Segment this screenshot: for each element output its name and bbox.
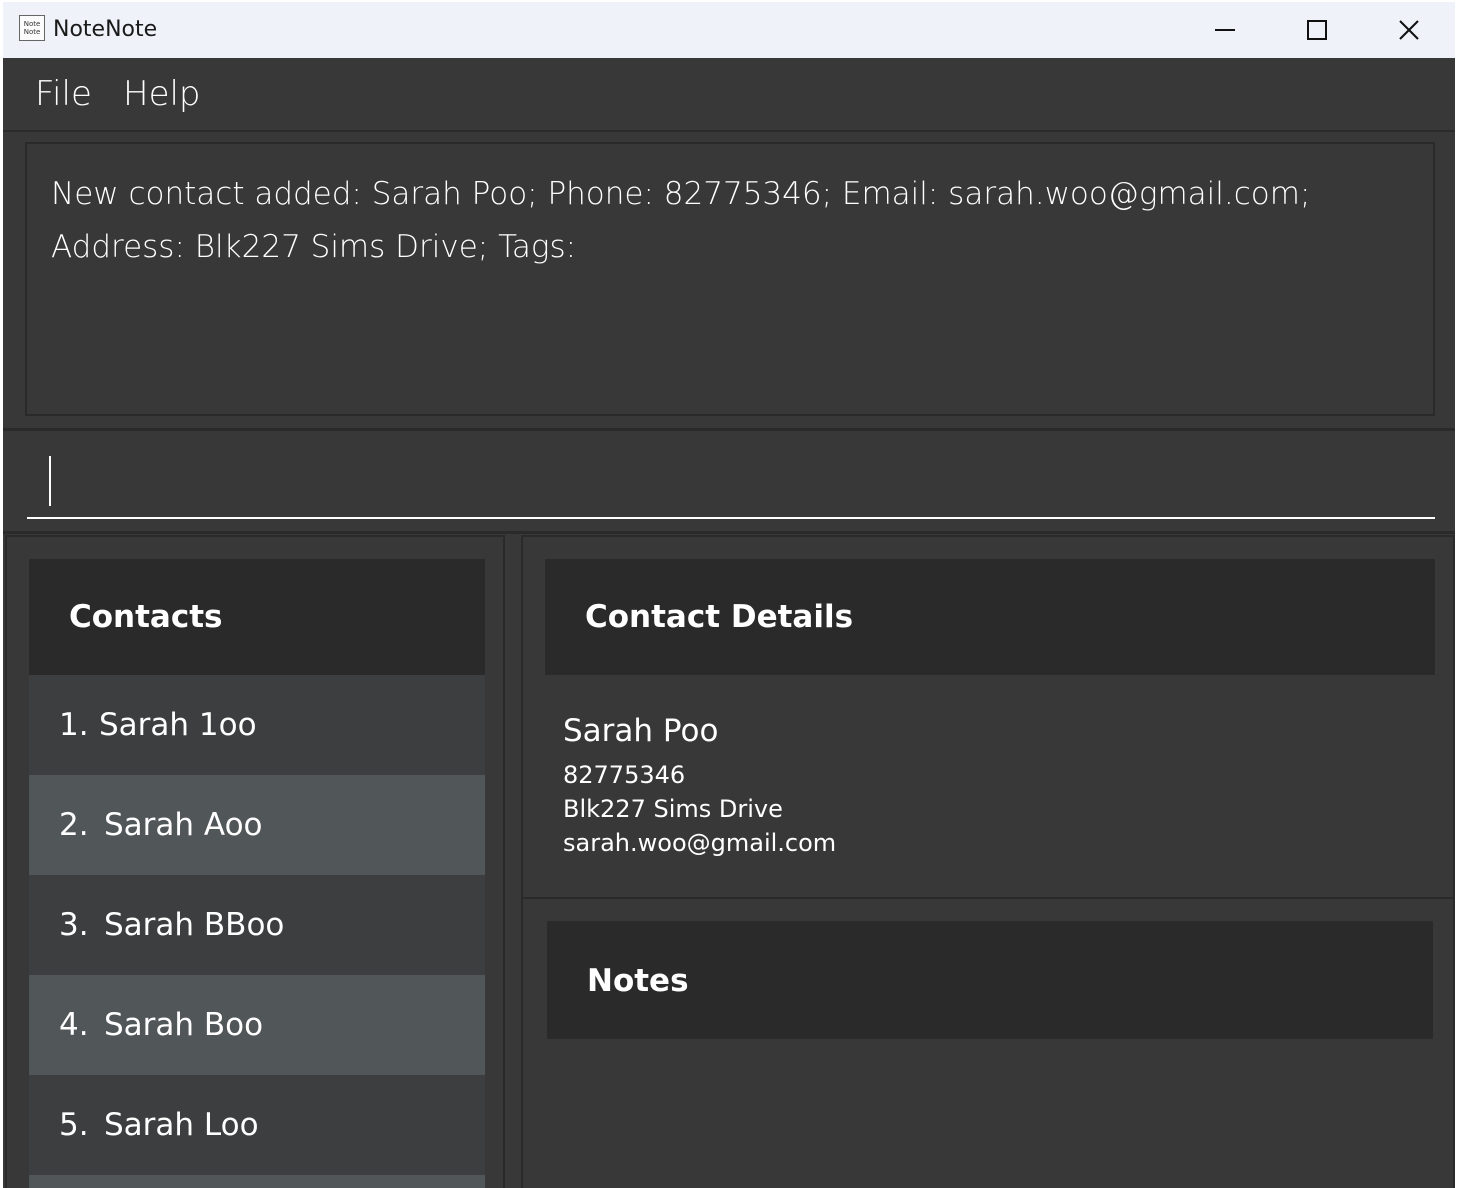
contact-list-item[interactable]: 4. Sarah Boo: [29, 975, 485, 1075]
contact-index: 3.: [59, 907, 89, 943]
contact-name: Sarah Loo: [104, 1107, 259, 1143]
detail-phone: 82775346: [563, 761, 686, 789]
contact-name: Sarah BBoo: [104, 907, 285, 943]
menu-file[interactable]: File: [35, 74, 92, 114]
contacts-header: Contacts: [29, 559, 485, 675]
result-display-area: New contact added: Sarah Poo; Phone: 827…: [3, 132, 1455, 431]
contact-name: Sarah 1oo: [99, 707, 257, 743]
title-bar[interactable]: Note Note NoteNote: [3, 2, 1455, 58]
minimize-button[interactable]: [1179, 2, 1271, 58]
contact-index: 5.: [59, 1107, 89, 1143]
contacts-panel: Contacts 1. Sarah 1oo 2. Sarah Aoo 3. Sa…: [5, 535, 505, 1188]
detail-address: Blk227 Sims Drive: [563, 795, 783, 823]
result-display-box[interactable]: New contact added: Sarah Poo; Phone: 827…: [25, 142, 1435, 416]
command-input[interactable]: [27, 447, 1435, 519]
contact-details-panel: Contact Details Sarah Poo 82775346 Blk22…: [521, 535, 1455, 1188]
close-icon: [1399, 20, 1419, 40]
menu-help[interactable]: Help: [123, 74, 201, 114]
contact-list-item[interactable]: 2. Sarah Aoo: [29, 775, 485, 875]
contact-details-title: Contact Details: [585, 599, 854, 635]
contact-details-header: Contact Details: [545, 559, 1435, 675]
contacts-title: Contacts: [69, 599, 223, 635]
contact-list-item[interactable]: 3. Sarah BBoo: [29, 875, 485, 975]
menu-bar: File Help: [3, 58, 1455, 132]
notes-title: Notes: [587, 963, 689, 999]
minimize-icon: [1215, 29, 1235, 31]
app-window: Note Note NoteNote File Help New contact…: [3, 2, 1455, 1188]
notenote-app-icon: Note Note: [19, 15, 45, 41]
contact-index: 2.: [59, 807, 89, 843]
contact-index: 1.: [59, 707, 89, 743]
contact-list-item[interactable]: 5. Sarah Loo: [29, 1075, 485, 1175]
window-title: NoteNote: [53, 17, 158, 42]
contact-name: Sarah Aoo: [104, 807, 263, 843]
notes-header: Notes: [547, 921, 1433, 1039]
contact-name: Sarah Boo: [104, 1007, 264, 1043]
command-box-area: [3, 431, 1455, 534]
contact-list-item-partial[interactable]: [29, 1175, 485, 1188]
maximize-button[interactable]: [1271, 2, 1363, 58]
close-button[interactable]: [1363, 2, 1455, 58]
maximize-icon: [1307, 20, 1327, 40]
contact-index: 4.: [59, 1007, 89, 1043]
details-notes-divider: [523, 897, 1453, 899]
result-message: New contact added: Sarah Poo; Phone: 827…: [51, 176, 1311, 265]
contact-list-item[interactable]: 1. Sarah 1oo: [29, 675, 485, 775]
text-caret: [49, 456, 51, 506]
detail-name: Sarah Poo: [563, 713, 719, 749]
detail-email: sarah.woo@gmail.com: [563, 829, 837, 857]
